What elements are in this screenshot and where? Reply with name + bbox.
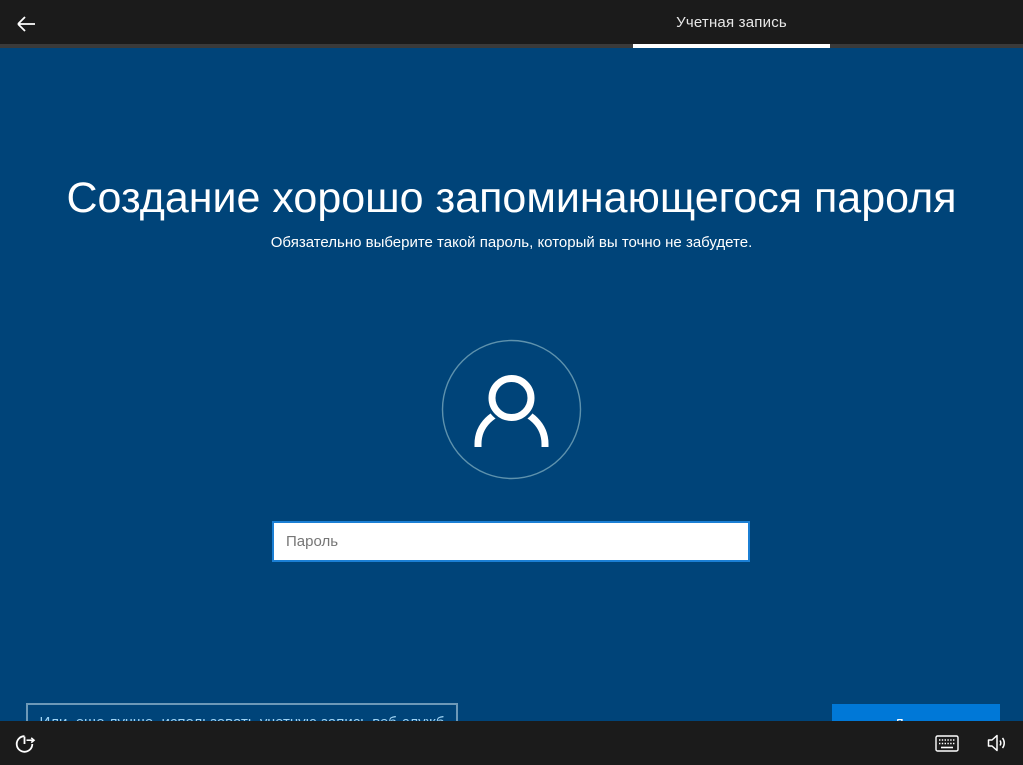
page-subtitle: Обязательно выберите такой пароль, котор… [0,234,1023,251]
arrow-left-icon [14,12,38,36]
keyboard-button[interactable] [932,731,962,755]
page-title: Создание хорошо запоминающегося пароля [0,174,1023,223]
bottom-bar [0,721,1023,765]
content-area: Создание хорошо запоминающегося пароля О… [0,48,1023,721]
volume-icon [986,733,1008,753]
tab-account-label: Учетная запись [676,14,787,31]
back-button[interactable] [10,8,42,40]
user-avatar-icon [441,339,582,480]
password-input[interactable] [272,521,750,562]
tab-account[interactable]: Учетная запись [633,0,830,48]
ease-of-access-button[interactable] [12,731,38,757]
volume-button[interactable] [983,730,1011,756]
ease-of-access-icon [14,733,36,755]
keyboard-icon [935,735,959,752]
oobe-account-screen: Учетная запись Создание хорошо запоминаю… [0,0,1023,765]
top-bar: Учетная запись [0,0,1023,48]
